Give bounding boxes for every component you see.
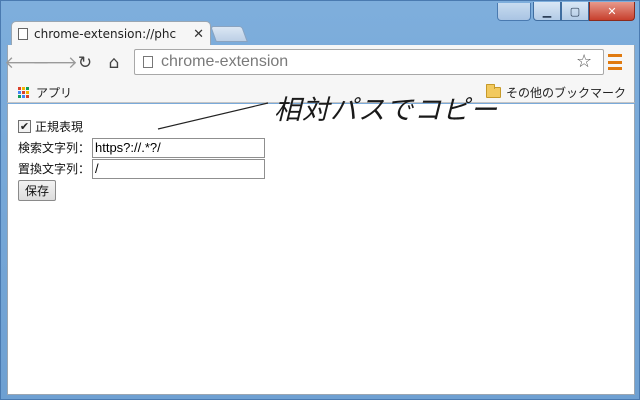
regex-row: ✔ 正規表現 bbox=[18, 116, 265, 137]
browser-tab[interactable]: chrome-extension://phc ✕ bbox=[11, 21, 211, 46]
replace-input[interactable] bbox=[92, 158, 265, 179]
close-window-button[interactable]: ✕ bbox=[589, 2, 635, 21]
address-bar[interactable] bbox=[134, 49, 604, 75]
apps-shortcut[interactable]: アプリ bbox=[18, 84, 72, 101]
regex-label: 正規表現 bbox=[35, 120, 84, 134]
tab-close-icon[interactable]: ✕ bbox=[193, 27, 204, 42]
browser-window: ▁ ▢ ✕ chrome-extension://phc ✕ 🡐 🡒 ↻ ⌂ ☆… bbox=[0, 0, 640, 400]
minimize-button[interactable]: ▁ bbox=[533, 2, 561, 21]
apps-label: アプリ bbox=[36, 86, 73, 100]
search-input[interactable] bbox=[92, 137, 265, 158]
save-button[interactable]: 保存 bbox=[18, 180, 57, 201]
forward-arrow-icon[interactable]: 🡒 bbox=[32, 53, 78, 73]
page-content: ✔ 正規表現 検索文字列： 置換文字列： 保存 bbox=[7, 104, 635, 395]
page-icon bbox=[18, 28, 28, 40]
page-icon bbox=[143, 56, 153, 68]
reload-icon[interactable]: ↻ bbox=[74, 53, 96, 73]
maximize-button[interactable]: ▢ bbox=[561, 2, 589, 21]
other-bookmarks[interactable]: その他のブックマーク bbox=[485, 84, 626, 101]
toolbar: 🡐 🡒 ↻ ⌂ ☆ bbox=[4, 45, 635, 81]
replace-label: 置換文字列： bbox=[18, 162, 91, 176]
annotation-callout: 相対パスでコピー bbox=[274, 95, 498, 126]
window-controls: ▁ ▢ ✕ bbox=[533, 2, 635, 22]
options-form: ✔ 正規表現 検索文字列： 置換文字列： 保存 bbox=[18, 116, 265, 201]
window-extra-button[interactable] bbox=[497, 3, 531, 21]
other-bookmarks-label: その他のブックマーク bbox=[505, 86, 626, 100]
new-tab-button[interactable] bbox=[210, 26, 248, 42]
home-icon[interactable]: ⌂ bbox=[103, 53, 125, 73]
search-label: 検索文字列： bbox=[18, 141, 91, 155]
search-row: 検索文字列： bbox=[18, 137, 265, 158]
hamburger-menu-icon[interactable] bbox=[608, 54, 622, 70]
apps-grid-icon bbox=[18, 86, 30, 99]
regex-checkbox[interactable]: ✔ bbox=[18, 120, 31, 133]
replace-row: 置換文字列： bbox=[18, 158, 265, 179]
address-input[interactable] bbox=[161, 53, 561, 71]
bookmark-star-icon[interactable]: ☆ bbox=[576, 51, 592, 72]
tab-title: chrome-extension://phc bbox=[34, 27, 177, 41]
